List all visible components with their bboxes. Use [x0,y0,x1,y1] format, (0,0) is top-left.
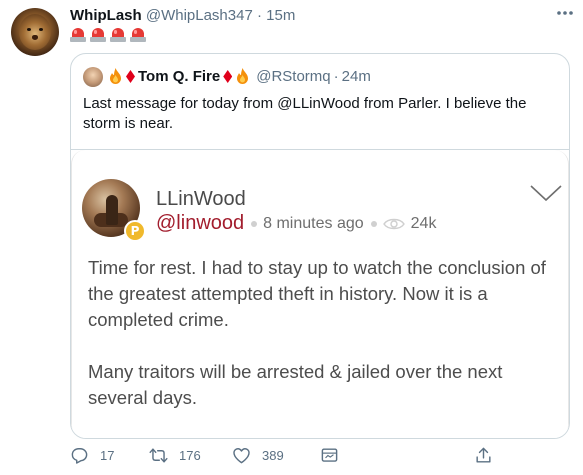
separator-dot [370,220,377,227]
separator-dot: · [256,7,262,24]
tweet-actions: 17 176 389 [70,446,570,470]
share-icon [321,448,338,462]
parler-badge-icon: P [124,220,146,242]
fire-icon [237,68,249,84]
quoted-timestamp: 24m [341,68,371,85]
more-icon[interactable] [555,6,575,20]
display-name[interactable]: WhipLash [70,7,142,24]
retweet-icon [149,448,168,463]
parler-meta: @linwood 8 minutes ago 24k [156,212,436,235]
reply-count: 17 [100,448,115,463]
parler-name: LLinWood [156,188,246,210]
quoted-avatar [83,67,103,87]
like-icon [233,448,250,464]
parler-body: Time for rest. I had to stay up to watch… [88,255,558,437]
rotating-light-icon [70,27,86,42]
parler-handle: @linwood [156,212,245,234]
eye-icon [382,218,405,229]
fire-icon [110,68,121,84]
upload-button[interactable] [474,446,493,465]
avatar[interactable] [11,8,59,56]
separator-dot [251,220,258,227]
quoted-text: Last message for today from @LLinWood fr… [83,95,527,132]
share-button[interactable] [320,446,339,465]
retweet-button[interactable]: 176 [149,446,201,465]
rotating-light-icon [90,27,106,42]
quoted-header: Tom Q. Fire @RStormq · 24m [108,68,371,85]
tweet-header: WhipLash @WhipLash347 · 15m [70,7,295,24]
upload-icon [476,447,491,463]
chevron-down-icon [530,185,562,202]
parler-time: 8 minutes ago [263,214,364,232]
reply-button[interactable]: 17 [70,446,114,465]
separator-dot: · [333,68,339,85]
attached-image[interactable]: P LLinWood @linwood 8 minutes ago 24k Ti… [71,149,569,438]
quoted-tweet-card[interactable]: Tom Q. Fire @RStormq · 24m Last message … [70,53,570,439]
like-count: 389 [262,448,284,463]
like-button[interactable]: 389 [232,446,284,465]
timestamp[interactable]: 15m [266,7,295,24]
quoted-handle: @RStormq [256,68,331,85]
retweet-count: 176 [179,448,201,463]
reply-icon [71,448,88,464]
user-handle[interactable]: @WhipLash347 [146,7,253,24]
rotating-light-icon [130,27,146,42]
rotating-light-icon [110,27,126,42]
parler-paragraph: Many traitors will be arrested & jailed … [88,361,503,408]
parler-paragraph: Time for rest. I had to stay up to watch… [88,257,546,330]
quoted-display-name: Tom Q. Fire [138,68,221,85]
emoji-row [70,27,146,42]
red-diamond-icon [126,70,135,83]
red-diamond-icon [223,70,233,83]
parler-views: 24k [410,214,437,232]
